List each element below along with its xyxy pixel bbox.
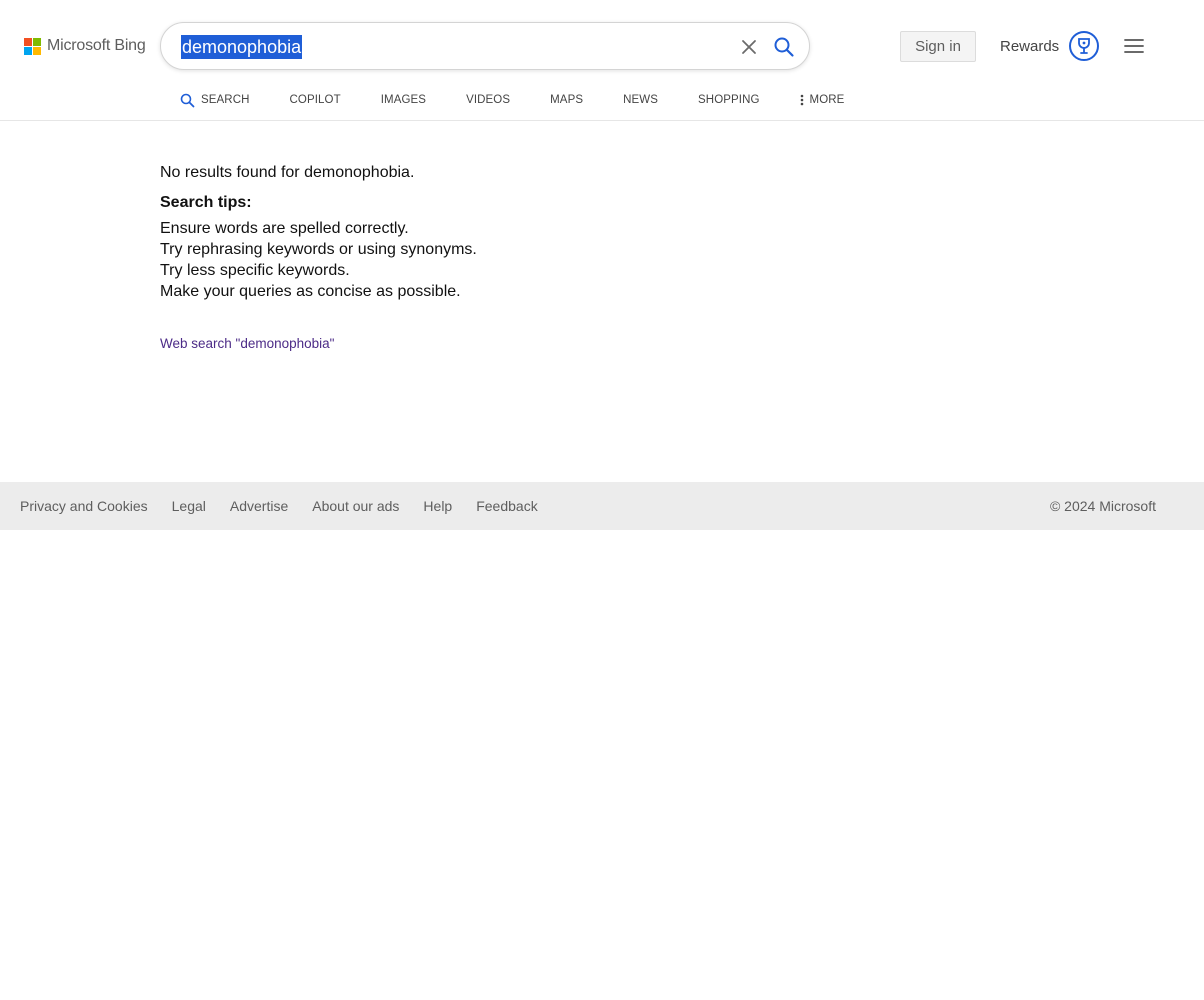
- bing-logo[interactable]: Microsoft Bing: [24, 37, 146, 55]
- tab-more[interactable]: MORE: [800, 94, 845, 106]
- copyright: © 2024 Microsoft: [1049, 498, 1156, 514]
- tab-images[interactable]: IMAGES: [381, 94, 426, 106]
- search-query-text[interactable]: demonophobia: [181, 35, 303, 59]
- tab-label: COPILOT: [289, 94, 341, 106]
- search-tip: Try rephrasing keywords or using synonym…: [160, 241, 477, 258]
- search-tips-heading: Search tips:: [160, 194, 252, 211]
- vertical-tabs: SEARCH COPILOT IMAGES VIDEOS MAPS NEWS S…: [180, 91, 844, 109]
- search-tips-list: Ensure words are spelled correctly. Try …: [160, 218, 860, 302]
- logo-text: Microsoft Bing: [47, 37, 146, 54]
- tab-label: VIDEOS: [466, 94, 511, 106]
- tab-label: SHOPPING: [698, 94, 760, 106]
- tab-label: NEWS: [623, 94, 659, 106]
- search-icon: [180, 93, 195, 107]
- search-box[interactable]: demonophobia: [160, 22, 810, 70]
- footer-link-privacy[interactable]: Privacy and Cookies: [20, 498, 148, 514]
- tab-label: MAPS: [550, 94, 584, 106]
- footer-links: Privacy and Cookies Legal Advertise Abou…: [20, 482, 562, 530]
- search-tip: Try less specific keywords.: [160, 262, 350, 279]
- more-vertical-icon: [800, 94, 803, 106]
- hamburger-menu-icon[interactable]: [1124, 38, 1144, 54]
- trophy-icon: [1069, 31, 1100, 61]
- footer-link-help[interactable]: Help: [423, 498, 452, 514]
- footer-link-legal[interactable]: Legal: [172, 498, 206, 514]
- tab-label: MORE: [809, 94, 845, 106]
- tab-label: SEARCH: [201, 94, 250, 106]
- tab-videos[interactable]: VIDEOS: [466, 94, 510, 106]
- search-icon[interactable]: [773, 36, 795, 58]
- no-results-message: No results found for demonophobia.: [160, 164, 415, 181]
- sign-in-button[interactable]: Sign in: [900, 31, 976, 62]
- search-input[interactable]: demonophobia: [181, 35, 303, 59]
- rewards-label: Rewards: [1000, 37, 1060, 55]
- tab-copilot[interactable]: COPILOT: [290, 94, 341, 106]
- results-area: No results found for demonophobia. Searc…: [160, 160, 860, 353]
- web-search-link[interactable]: Web search "demonophobia": [160, 336, 334, 351]
- search-tip: Ensure words are spelled correctly.: [160, 220, 409, 237]
- microsoft-logo-icon: [24, 37, 41, 55]
- footer-link-advertise[interactable]: Advertise: [230, 498, 288, 514]
- footer: Privacy and Cookies Legal Advertise Abou…: [0, 482, 1204, 530]
- tab-shopping[interactable]: SHOPPING: [698, 94, 760, 106]
- footer-link-about-ads[interactable]: About our ads: [312, 498, 399, 514]
- header: Microsoft Bing demonophobia Sign in Rewa…: [0, 0, 1204, 121]
- close-icon[interactable]: [739, 37, 759, 57]
- tab-label: IMAGES: [380, 94, 427, 106]
- search-tip: Make your queries as concise as possible…: [160, 283, 461, 300]
- footer-link-feedback[interactable]: Feedback: [476, 498, 537, 514]
- tab-news[interactable]: NEWS: [623, 94, 658, 106]
- tab-search[interactable]: SEARCH: [180, 93, 250, 108]
- tab-maps[interactable]: MAPS: [550, 94, 583, 106]
- rewards-button[interactable]: Rewards: [1000, 30, 1100, 62]
